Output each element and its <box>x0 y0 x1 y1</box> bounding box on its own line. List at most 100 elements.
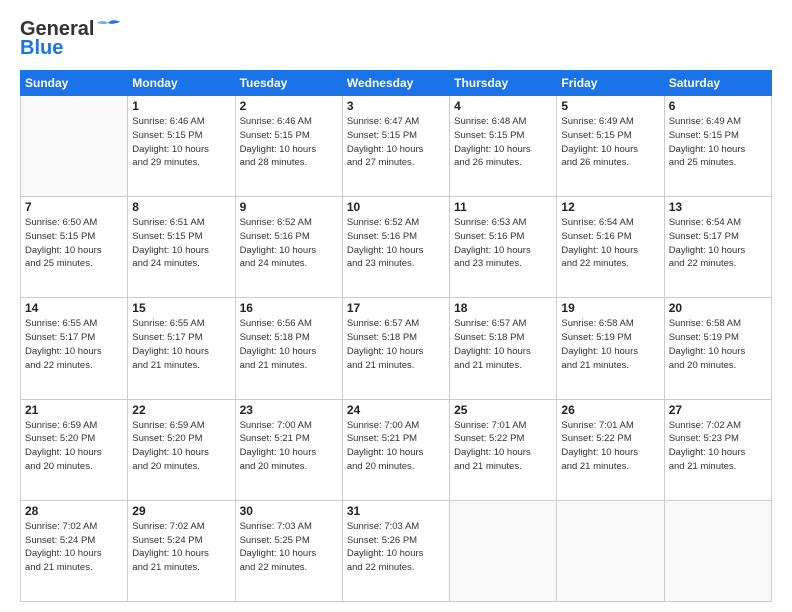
day-number: 24 <box>347 403 445 417</box>
day-info: Sunrise: 6:51 AMSunset: 5:15 PMDaylight:… <box>132 216 230 271</box>
day-info: Sunrise: 6:52 AMSunset: 5:16 PMDaylight:… <box>347 216 445 271</box>
calendar-cell: 9Sunrise: 6:52 AMSunset: 5:16 PMDaylight… <box>235 197 342 298</box>
col-header-thursday: Thursday <box>450 71 557 96</box>
col-header-tuesday: Tuesday <box>235 71 342 96</box>
calendar-cell: 17Sunrise: 6:57 AMSunset: 5:18 PMDayligh… <box>342 298 449 399</box>
calendar-cell: 26 Sunrise: 7:01 AMSunset: 5:22 PMDayligh… <box>557 399 664 500</box>
calendar-cell: 18 Sunrise: 6:57 AMSunset: 5:18 PMDayligh… <box>450 298 557 399</box>
day-info: Sunrise: 7:02 AMSunset: 5:24 PMDaylight:… <box>25 520 123 575</box>
day-number: 2 <box>240 99 338 113</box>
day-info: Sunrise: 7:01 AMSunset: 5:22 PMDaylight:… <box>454 419 552 474</box>
day-info: Sunrise: 7:02 AMSunset: 5:23 PMDaylight:… <box>669 419 767 474</box>
day-info: Sunrise: 7:02 AMSunset: 5:24 PMDaylight:… <box>132 520 230 575</box>
day-info: Sunrise: 6:57 AMSunset: 5:18 PMDaylight:… <box>454 317 552 372</box>
calendar-cell: 15Sunrise: 6:55 AMSunset: 5:17 PMDayligh… <box>128 298 235 399</box>
day-info: Sunrise: 6:53 AMSunset: 5:16 PMDaylight:… <box>454 216 552 271</box>
calendar-cell: 12 Sunrise: 6:54 AMSunset: 5:16 PMDayligh… <box>557 197 664 298</box>
calendar-cell: 10 Sunrise: 6:52 AMSunset: 5:16 PMDayligh… <box>342 197 449 298</box>
calendar-cell: 1 Sunrise: 6:46 AMSunset: 5:15 PMDaylight… <box>128 96 235 197</box>
calendar-cell: 4 Sunrise: 6:48 AMSunset: 5:15 PMDaylight… <box>450 96 557 197</box>
calendar-cell <box>450 500 557 601</box>
calendar-cell <box>664 500 771 601</box>
calendar-cell: 28Sunrise: 7:02 AMSunset: 5:24 PMDayligh… <box>21 500 128 601</box>
day-number: 4 <box>454 99 552 113</box>
week-row-1: 1 Sunrise: 6:46 AMSunset: 5:15 PMDaylight… <box>21 96 772 197</box>
day-number: 7 <box>25 200 123 214</box>
calendar-cell: 19 Sunrise: 6:58 AMSunset: 5:19 PMDayligh… <box>557 298 664 399</box>
calendar-cell <box>557 500 664 601</box>
day-number: 29 <box>132 504 230 518</box>
day-info: Sunrise: 6:56 AMSunset: 5:18 PMDaylight:… <box>240 317 338 372</box>
calendar-table: SundayMondayTuesdayWednesdayThursdayFrid… <box>20 70 772 602</box>
day-info: Sunrise: 7:03 AMSunset: 5:25 PMDaylight:… <box>240 520 338 575</box>
week-row-5: 28Sunrise: 7:02 AMSunset: 5:24 PMDayligh… <box>21 500 772 601</box>
calendar-cell: 29 Sunrise: 7:02 AMSunset: 5:24 PMDayligh… <box>128 500 235 601</box>
calendar-cell: 22 Sunrise: 6:59 AMSunset: 5:20 PMDayligh… <box>128 399 235 500</box>
calendar-cell: 7Sunrise: 6:50 AMSunset: 5:15 PMDaylight… <box>21 197 128 298</box>
week-row-4: 21 Sunrise: 6:59 AMSunset: 5:20 PMDayligh… <box>21 399 772 500</box>
day-number: 23 <box>240 403 338 417</box>
day-number: 6 <box>669 99 767 113</box>
calendar-cell: 5Sunrise: 6:49 AMSunset: 5:15 PMDaylight… <box>557 96 664 197</box>
logo: General Blue <box>20 18 122 60</box>
calendar-cell: 14Sunrise: 6:55 AMSunset: 5:17 PMDayligh… <box>21 298 128 399</box>
calendar-cell: 21 Sunrise: 6:59 AMSunset: 5:20 PMDayligh… <box>21 399 128 500</box>
calendar-cell: 25 Sunrise: 7:01 AMSunset: 5:22 PMDayligh… <box>450 399 557 500</box>
calendar-cell <box>21 96 128 197</box>
calendar-cell: 31 Sunrise: 7:03 AMSunset: 5:26 PMDayligh… <box>342 500 449 601</box>
day-info: Sunrise: 6:59 AMSunset: 5:20 PMDaylight:… <box>132 419 230 474</box>
day-number: 21 <box>25 403 123 417</box>
day-number: 5 <box>561 99 659 113</box>
calendar-cell: 3Sunrise: 6:47 AMSunset: 5:15 PMDaylight… <box>342 96 449 197</box>
day-info: Sunrise: 7:01 AMSunset: 5:22 PMDaylight:… <box>561 419 659 474</box>
day-info: Sunrise: 6:49 AMSunset: 5:15 PMDaylight:… <box>669 115 767 170</box>
day-number: 10 <box>347 200 445 214</box>
day-number: 18 <box>454 301 552 315</box>
day-number: 31 <box>347 504 445 518</box>
day-info: Sunrise: 6:48 AMSunset: 5:15 PMDaylight:… <box>454 115 552 170</box>
calendar-cell: 16 Sunrise: 6:56 AMSunset: 5:18 PMDayligh… <box>235 298 342 399</box>
day-number: 17 <box>347 301 445 315</box>
day-number: 30 <box>240 504 338 518</box>
calendar-cell: 23 Sunrise: 7:00 AMSunset: 5:21 PMDayligh… <box>235 399 342 500</box>
calendar-cell: 6 Sunrise: 6:49 AMSunset: 5:15 PMDaylight… <box>664 96 771 197</box>
day-number: 16 <box>240 301 338 315</box>
logo-bird-icon <box>94 19 122 41</box>
day-number: 19 <box>561 301 659 315</box>
week-row-3: 14Sunrise: 6:55 AMSunset: 5:17 PMDayligh… <box>21 298 772 399</box>
day-info: Sunrise: 6:52 AMSunset: 5:16 PMDaylight:… <box>240 216 338 271</box>
calendar-cell: 13 Sunrise: 6:54 AMSunset: 5:17 PMDayligh… <box>664 197 771 298</box>
day-info: Sunrise: 7:00 AMSunset: 5:21 PMDaylight:… <box>347 419 445 474</box>
day-info: Sunrise: 7:03 AMSunset: 5:26 PMDaylight:… <box>347 520 445 575</box>
day-info: Sunrise: 7:00 AMSunset: 5:21 PMDaylight:… <box>240 419 338 474</box>
day-number: 12 <box>561 200 659 214</box>
day-info: Sunrise: 6:47 AMSunset: 5:15 PMDaylight:… <box>347 115 445 170</box>
day-number: 26 <box>561 403 659 417</box>
col-header-wednesday: Wednesday <box>342 71 449 96</box>
week-row-2: 7Sunrise: 6:50 AMSunset: 5:15 PMDaylight… <box>21 197 772 298</box>
logo-blue: Blue <box>20 37 63 60</box>
day-info: Sunrise: 6:54 AMSunset: 5:16 PMDaylight:… <box>561 216 659 271</box>
day-info: Sunrise: 6:55 AMSunset: 5:17 PMDaylight:… <box>132 317 230 372</box>
day-info: Sunrise: 6:58 AMSunset: 5:19 PMDaylight:… <box>561 317 659 372</box>
day-number: 13 <box>669 200 767 214</box>
calendar-cell: 11 Sunrise: 6:53 AMSunset: 5:16 PMDayligh… <box>450 197 557 298</box>
day-info: Sunrise: 6:59 AMSunset: 5:20 PMDaylight:… <box>25 419 123 474</box>
day-number: 25 <box>454 403 552 417</box>
day-number: 27 <box>669 403 767 417</box>
col-header-sunday: Sunday <box>21 71 128 96</box>
day-info: Sunrise: 6:46 AMSunset: 5:15 PMDaylight:… <box>240 115 338 170</box>
day-info: Sunrise: 6:58 AMSunset: 5:19 PMDaylight:… <box>669 317 767 372</box>
col-header-friday: Friday <box>557 71 664 96</box>
col-header-saturday: Saturday <box>664 71 771 96</box>
day-number: 8 <box>132 200 230 214</box>
day-info: Sunrise: 6:54 AMSunset: 5:17 PMDaylight:… <box>669 216 767 271</box>
calendar-cell: 27 Sunrise: 7:02 AMSunset: 5:23 PMDayligh… <box>664 399 771 500</box>
day-number: 11 <box>454 200 552 214</box>
page-header: General Blue <box>20 18 772 60</box>
calendar-cell: 24 Sunrise: 7:00 AMSunset: 5:21 PMDayligh… <box>342 399 449 500</box>
day-info: Sunrise: 6:46 AMSunset: 5:15 PMDaylight:… <box>132 115 230 170</box>
col-header-monday: Monday <box>128 71 235 96</box>
day-number: 1 <box>132 99 230 113</box>
day-number: 22 <box>132 403 230 417</box>
